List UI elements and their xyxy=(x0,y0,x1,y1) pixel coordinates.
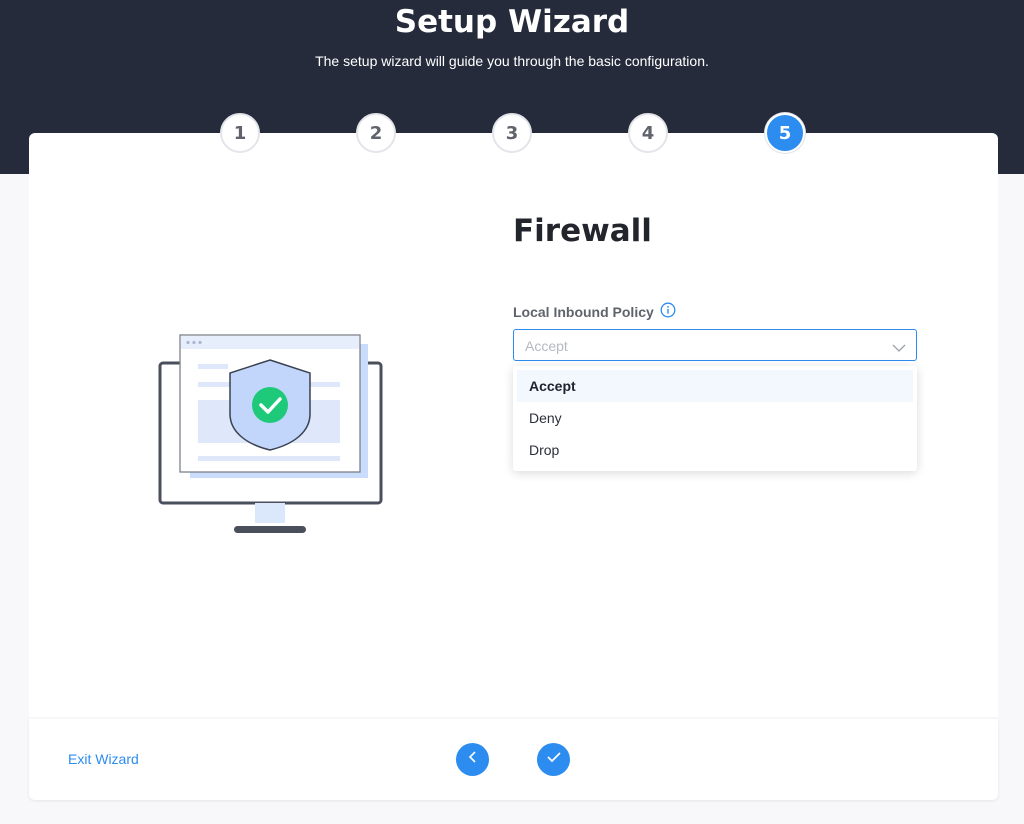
step-number: 5 xyxy=(778,122,792,144)
back-button[interactable] xyxy=(456,743,489,776)
policy-dropdown-menu: Accept Deny Drop xyxy=(513,366,917,471)
firewall-illustration xyxy=(150,330,390,545)
step-number: 4 xyxy=(641,122,655,144)
option-deny[interactable]: Deny xyxy=(517,402,913,434)
step-number: 3 xyxy=(505,122,519,144)
step-number: 2 xyxy=(369,122,383,144)
wizard-title: Setup Wizard xyxy=(394,4,630,40)
field-label-text: Local Inbound Policy xyxy=(513,303,654,320)
step-4[interactable]: 4 xyxy=(628,113,668,153)
finish-button[interactable] xyxy=(537,743,570,776)
option-accept[interactable]: Accept xyxy=(517,370,913,402)
chevron-left-icon xyxy=(467,750,479,769)
step-number: 1 xyxy=(233,122,247,144)
checkmark-icon xyxy=(546,750,562,769)
step-3[interactable]: 3 xyxy=(492,113,532,153)
info-circle-icon[interactable] xyxy=(660,302,676,321)
local-inbound-policy-select[interactable]: Accept xyxy=(513,329,917,361)
exit-wizard-link[interactable]: Exit Wizard xyxy=(68,751,139,767)
chevron-down-icon xyxy=(892,340,906,358)
local-inbound-policy-label: Local Inbound Policy xyxy=(513,302,676,321)
wizard-subtitle: The setup wizard will guide you through … xyxy=(315,53,709,69)
step-2[interactable]: 2 xyxy=(356,113,396,153)
wizard-footer xyxy=(29,719,998,800)
step-1[interactable]: 1 xyxy=(220,113,260,153)
step-5[interactable]: 5 xyxy=(765,113,805,153)
option-drop[interactable]: Drop xyxy=(517,434,913,466)
section-title: Firewall xyxy=(513,213,652,249)
select-value: Accept xyxy=(525,338,568,354)
